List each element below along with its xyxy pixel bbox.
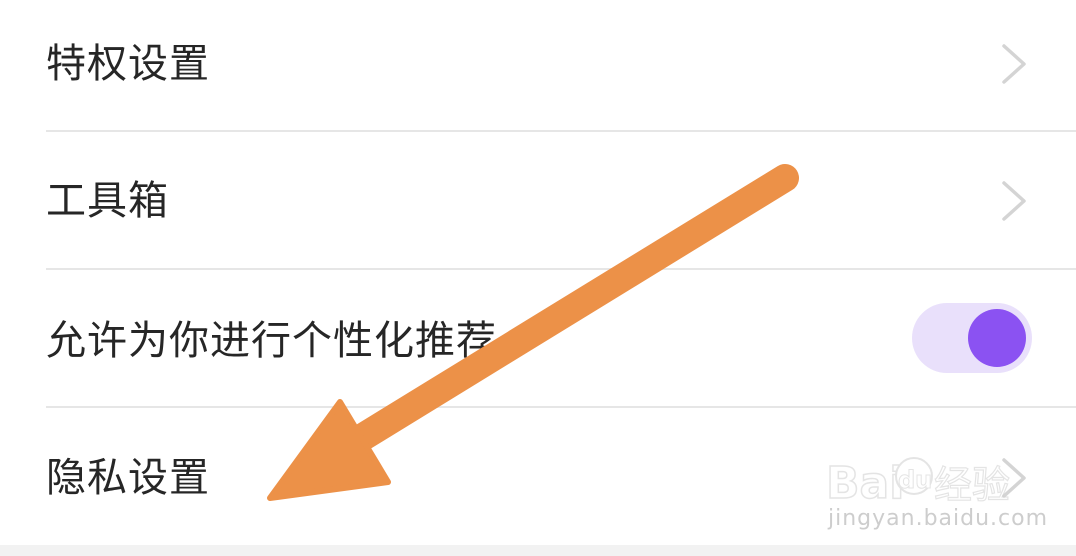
settings-list: 特权设置 工具箱 允许为你进行个性化推荐 隐私设置: [0, 0, 1076, 545]
chevron-right-icon: [1002, 181, 1026, 221]
settings-item-label: 允许为你进行个性化推荐: [46, 318, 497, 364]
chevron-right-icon: [1002, 44, 1026, 84]
settings-item-label: 工具箱: [46, 178, 169, 224]
personalized-recommendation-toggle[interactable]: [912, 303, 1032, 373]
settings-item-label: 特权设置: [46, 41, 210, 87]
watermark-url: jingyan.baidu.com: [828, 506, 1049, 531]
toggle-knob: [968, 309, 1026, 367]
bottom-band: [0, 545, 1076, 556]
chevron-right-icon: [1002, 458, 1026, 498]
settings-item-label: 隐私设置: [46, 455, 210, 501]
settings-item-toolbox[interactable]: 工具箱: [0, 132, 1076, 262]
settings-item-privilege[interactable]: 特权设置: [0, 0, 1076, 130]
